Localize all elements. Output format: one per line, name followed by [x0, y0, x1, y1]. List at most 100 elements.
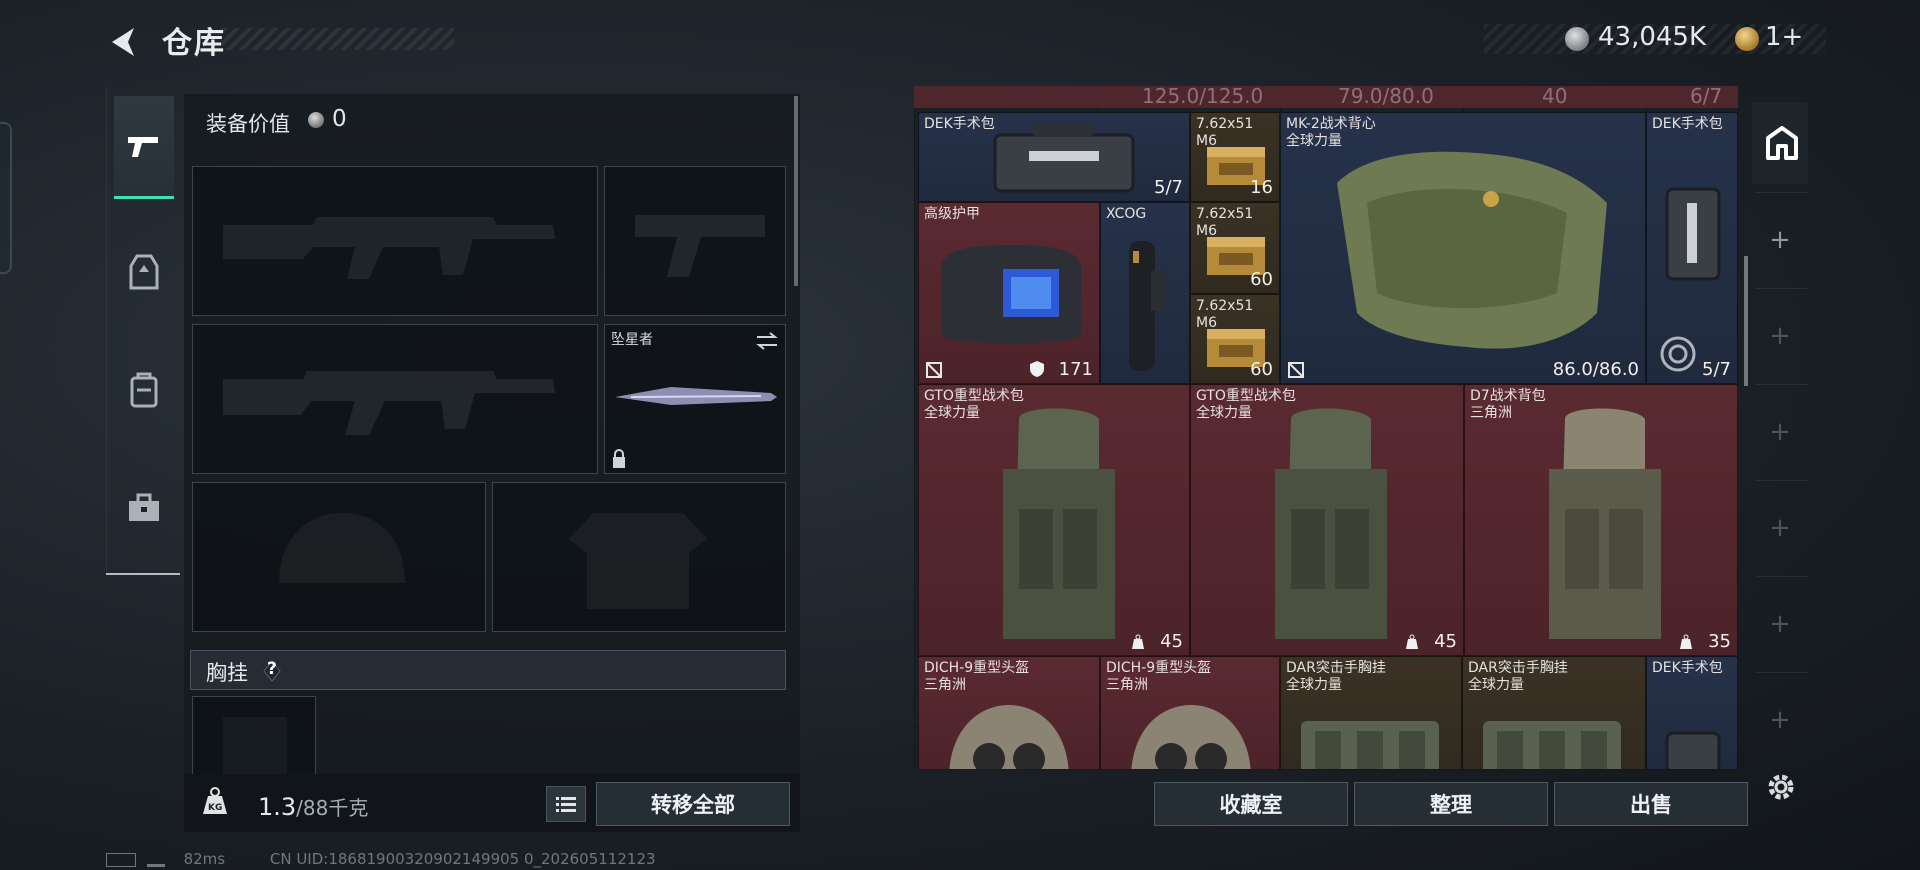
item-name: 7.62x51 [1196, 116, 1254, 132]
chest-rig-silhouette-icon [223, 717, 287, 777]
item-capacity: 45 [1160, 631, 1183, 652]
item-surgical-kit[interactable]: DEK手术包 [1646, 656, 1738, 770]
add-tab-icon[interactable]: + [1766, 418, 1794, 446]
helmet-slot[interactable] [192, 482, 486, 632]
rail-divider [1756, 288, 1808, 289]
item-ammo[interactable]: 7.62x51 M6 60 [1190, 202, 1280, 294]
swap-icon[interactable] [755, 331, 779, 351]
equipment-scrollbar[interactable] [794, 96, 798, 286]
item-count: 5/7 [1154, 177, 1183, 198]
gold-coin-icon [1735, 27, 1759, 51]
rail-tab-active[interactable] [1752, 102, 1808, 184]
item-sub: 三角洲 [1106, 677, 1148, 693]
helmet-icon [949, 705, 1069, 769]
item-capacity: 45 [1434, 631, 1457, 652]
item-sub: 全球力量 [924, 405, 980, 421]
item-heavy-helmet[interactable]: DICH-9重型头盔 三角洲 [918, 656, 1100, 770]
top-value: 79.0/80.0 [1338, 84, 1434, 108]
item-armor-bag[interactable]: 高级护甲 171 [918, 202, 1100, 384]
item-sub: 全球力量 [1468, 677, 1524, 693]
add-tab-icon[interactable]: + [1766, 706, 1794, 734]
primary-weapon-slot[interactable] [192, 166, 598, 316]
item-durability: 86.0/86.0 [1552, 359, 1639, 380]
equipment-value: 0 [332, 106, 347, 132]
rail-divider [1756, 192, 1808, 193]
top-value: 40 [1542, 84, 1568, 108]
target-icon [1660, 336, 1696, 372]
pistol-slot[interactable] [604, 166, 786, 316]
rifle-silhouette-icon [223, 371, 555, 435]
side-handle[interactable] [0, 122, 12, 274]
add-tab-icon[interactable]: + [1766, 226, 1794, 254]
item-chest-rig[interactable]: DAR突击手胸挂 全球力量 [1280, 656, 1462, 770]
item-name: DAR突击手胸挂 [1286, 660, 1386, 676]
no-trade-icon [926, 362, 942, 378]
nav-weapons[interactable] [114, 96, 174, 199]
item-name: DICH-9重型头盔 [924, 660, 1030, 676]
item-tactical-vest[interactable]: MK-2战术背心 全球力量 86.0/86.0 [1280, 112, 1646, 384]
melee-slot[interactable]: 坠星者 [604, 324, 786, 474]
nav-toolbox[interactable] [114, 458, 174, 558]
backpack-icon [1549, 408, 1661, 639]
add-tab-icon[interactable]: + [1766, 514, 1794, 542]
item-ammo[interactable]: 7.62x51 M6 16 [1190, 112, 1280, 202]
item-ammo[interactable]: 7.62x51 M6 60 [1190, 294, 1280, 384]
surgical-kit-icon [993, 123, 1135, 193]
item-armor-value: 171 [1058, 359, 1093, 380]
armor-bag-icon [941, 245, 1081, 343]
armor-slot[interactable] [492, 482, 786, 632]
chest-rig-slot[interactable] [192, 696, 316, 780]
chest-rig-icon [1301, 721, 1439, 769]
collection-room-button[interactable]: 收藏室 [1154, 782, 1348, 826]
secondary-weapon-slot[interactable] [192, 324, 598, 474]
gold-amount[interactable]: 1+ [1765, 22, 1803, 52]
transfer-all-button[interactable]: 转移全部 [596, 782, 790, 826]
item-name: DAR突击手胸挂 [1468, 660, 1568, 676]
rail-divider [1756, 384, 1808, 385]
item-heavy-backpack[interactable]: GTO重型战术包 全球力量 45 [1190, 384, 1464, 656]
ping-readout: 82ms [183, 850, 226, 868]
item-name: 7.62x51 [1196, 206, 1254, 222]
item-name: DEK手术包 [1652, 660, 1723, 676]
help-label: ? [267, 659, 277, 679]
storage-scrollbar[interactable] [1744, 256, 1748, 386]
item-chest-rig[interactable]: DAR突击手胸挂 全球力量 [1462, 656, 1646, 770]
item-scope[interactable]: XCOG [1100, 202, 1190, 384]
organize-button[interactable]: 整理 [1354, 782, 1548, 826]
title-decoration [222, 28, 454, 50]
item-count: 60 [1250, 269, 1273, 290]
weight-icon [1132, 634, 1144, 649]
signal-icon [146, 852, 165, 867]
svg-text:KG: KG [208, 803, 222, 813]
item-name: DEK手术包 [1652, 116, 1723, 132]
nav-helmet-armor[interactable] [114, 222, 174, 322]
equipment-value-label: 装备价值 [206, 112, 290, 136]
back-icon[interactable] [104, 22, 144, 62]
item-count: 16 [1250, 177, 1273, 198]
add-tab-icon[interactable]: + [1766, 322, 1794, 350]
top-value: 6/7 [1690, 84, 1723, 108]
silver-coin-icon [1565, 27, 1589, 51]
settings-gear-icon[interactable] [1764, 770, 1798, 804]
storage-top-row: 125.0/125.0 79.0/80.0 40 6/7 [914, 84, 1738, 108]
item-d7-backpack[interactable]: D7战术背包 三角洲 35 [1464, 384, 1738, 656]
list-view-button[interactable] [546, 786, 586, 822]
sell-button[interactable]: 出售 [1554, 782, 1748, 826]
rail-divider [1756, 576, 1808, 577]
toolbox-icon [129, 493, 159, 521]
item-heavy-helmet[interactable]: DICH-9重型头盔 三角洲 [1100, 656, 1280, 770]
item-surgical-kit[interactable]: DEK手术包 5/7 [918, 112, 1190, 202]
silver-amount: 43,045K [1598, 22, 1707, 52]
help-icon[interactable]: ? [258, 658, 286, 684]
item-heavy-backpack[interactable]: GTO重型战术包 全球力量 45 [918, 384, 1190, 656]
tactical-vest-icon [1337, 151, 1607, 349]
top-value: 125.0/125.0 [1142, 84, 1264, 108]
add-tab-icon[interactable]: + [1766, 610, 1794, 638]
surgical-kit-icon [1665, 187, 1721, 281]
armor-silhouette-icon [569, 513, 707, 609]
rail-divider [1756, 480, 1808, 481]
item-surgical-kit[interactable]: DEK手术包 5/7 [1646, 112, 1738, 384]
nav-backpack[interactable] [114, 340, 174, 440]
item-name: DEK手术包 [924, 116, 995, 132]
status-bar: 82ms CN UID:18681900320902149905 0_20260… [106, 850, 656, 868]
